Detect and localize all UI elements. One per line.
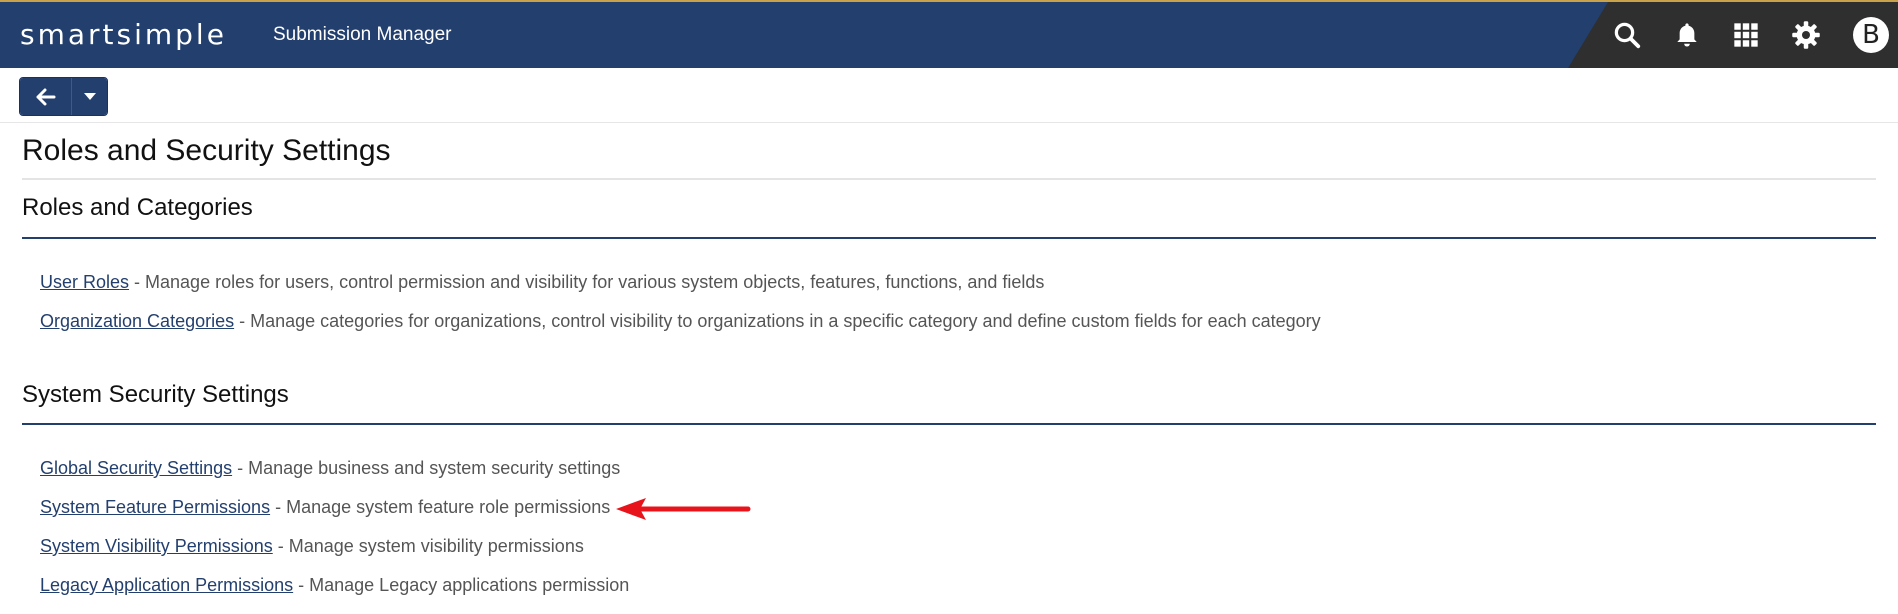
item-description: - Manage Legacy applications permission (293, 575, 630, 595)
list-item: Global Security Settings - Manage busine… (40, 458, 620, 479)
history-dropdown-button[interactable] (72, 78, 107, 115)
app-title[interactable]: Submission Manager (273, 24, 451, 46)
item-description: - Manage roles for users, control permis… (129, 272, 1045, 292)
user-roles-link[interactable]: User Roles (40, 272, 129, 292)
gear-icon[interactable] (1787, 16, 1825, 54)
legacy-application-permissions-link[interactable]: Legacy Application Permissions (40, 575, 293, 595)
arrow-left-icon (36, 88, 55, 105)
bell-icon[interactable] (1668, 16, 1706, 54)
search-icon[interactable] (1608, 16, 1646, 54)
back-button[interactable] (20, 78, 72, 115)
apps-grid-icon[interactable] (1727, 16, 1765, 54)
item-description: - Manage system visibility permissions (272, 536, 584, 556)
list-item: User Roles - Manage roles for users, con… (40, 272, 1044, 293)
page-title-divider (22, 178, 1876, 180)
top-navigation-bar: smartsimple Submission Manager B (0, 0, 1898, 68)
section-title-system-security-settings: System Security Settings (22, 381, 289, 408)
section-title-roles-and-categories: Roles and Categories (22, 194, 253, 221)
brand-logo[interactable]: smartsimple (20, 18, 227, 51)
avatar-letter: B (1853, 17, 1889, 53)
list-item: System Visibility Permissions - Manage s… (40, 536, 584, 557)
toolbar-divider (0, 122, 1898, 123)
global-security-settings-link[interactable]: Global Security Settings (40, 458, 232, 478)
navigation-button-group (19, 77, 108, 116)
caret-down-icon (83, 93, 96, 100)
list-item: System Feature Permissions - Manage syst… (40, 497, 610, 518)
item-description: - Manage business and system security se… (232, 458, 621, 478)
organization-categories-link[interactable]: Organization Categories (40, 311, 234, 331)
item-description: - Manage categories for organizations, c… (234, 311, 1321, 331)
list-item: Legacy Application Permissions - Manage … (40, 575, 629, 596)
page-title: Roles and Security Settings (22, 134, 391, 167)
section-divider (22, 237, 1876, 239)
section-divider (22, 423, 1876, 425)
list-item: Organization Categories - Manage categor… (40, 311, 1321, 332)
item-description: - Manage system feature role permissions (270, 497, 611, 517)
system-feature-permissions-link[interactable]: System Feature Permissions (40, 497, 270, 517)
annotation-arrow-icon (616, 498, 751, 520)
system-visibility-permissions-link[interactable]: System Visibility Permissions (40, 536, 273, 556)
user-avatar[interactable]: B (1852, 16, 1890, 54)
